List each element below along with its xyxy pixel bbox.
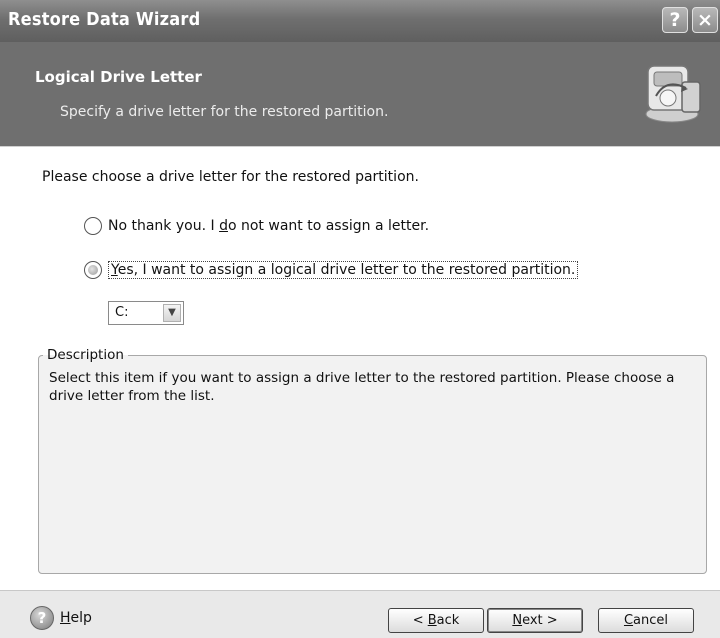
question-icon: ? — [669, 9, 681, 31]
wizard-footer: ? Help < Back Next > Cancel — [0, 590, 720, 638]
description-group: Description Select this item if you want… — [38, 347, 707, 574]
option-no-letter[interactable]: No thank you. I do not want to assign a … — [84, 217, 429, 235]
option-no-letter-label: No thank you. I do not want to assign a … — [108, 218, 430, 234]
close-icon: × — [697, 9, 713, 31]
drive-letter-value: C: — [115, 305, 129, 320]
option-assign-letter[interactable]: Yes, I want to assign a logical drive le… — [84, 261, 579, 279]
title-bar[interactable]: Restore Data Wizard ? × — [0, 0, 720, 43]
wizard-header: Logical Drive Letter Specify a drive let… — [0, 42, 720, 146]
step-subtitle: Specify a drive letter for the restored … — [60, 104, 389, 120]
option-assign-letter-label: Yes, I want to assign a logical drive le… — [108, 261, 579, 279]
cancel-button[interactable]: Cancel — [598, 608, 694, 633]
help-label: Help — [60, 610, 92, 626]
help-icon: ? — [30, 606, 54, 630]
step-heading: Logical Drive Letter — [35, 68, 202, 86]
help-button[interactable]: ? Help — [30, 606, 92, 630]
choice-prompt: Please choose a drive letter for the res… — [42, 169, 419, 185]
wizard-content: Please choose a drive letter for the res… — [0, 146, 720, 591]
title-close-button[interactable]: × — [692, 7, 718, 33]
window-title: Restore Data Wizard — [8, 9, 201, 30]
restore-data-wizard-window: Restore Data Wizard ? × Logical Drive Le… — [0, 0, 720, 638]
radio-assign-letter[interactable] — [84, 261, 102, 279]
restore-wizard-icon — [645, 65, 701, 123]
back-button[interactable]: < Back — [388, 608, 484, 633]
next-button[interactable]: Next > — [487, 608, 583, 633]
chevron-down-icon[interactable]: ▼ — [163, 304, 181, 322]
drive-letter-select[interactable]: C: ▼ — [108, 301, 184, 325]
radio-no-letter[interactable] — [84, 217, 102, 235]
title-help-button[interactable]: ? — [662, 7, 688, 33]
description-text: Select this item if you want to assign a… — [49, 370, 675, 404]
description-legend: Description — [47, 347, 124, 363]
